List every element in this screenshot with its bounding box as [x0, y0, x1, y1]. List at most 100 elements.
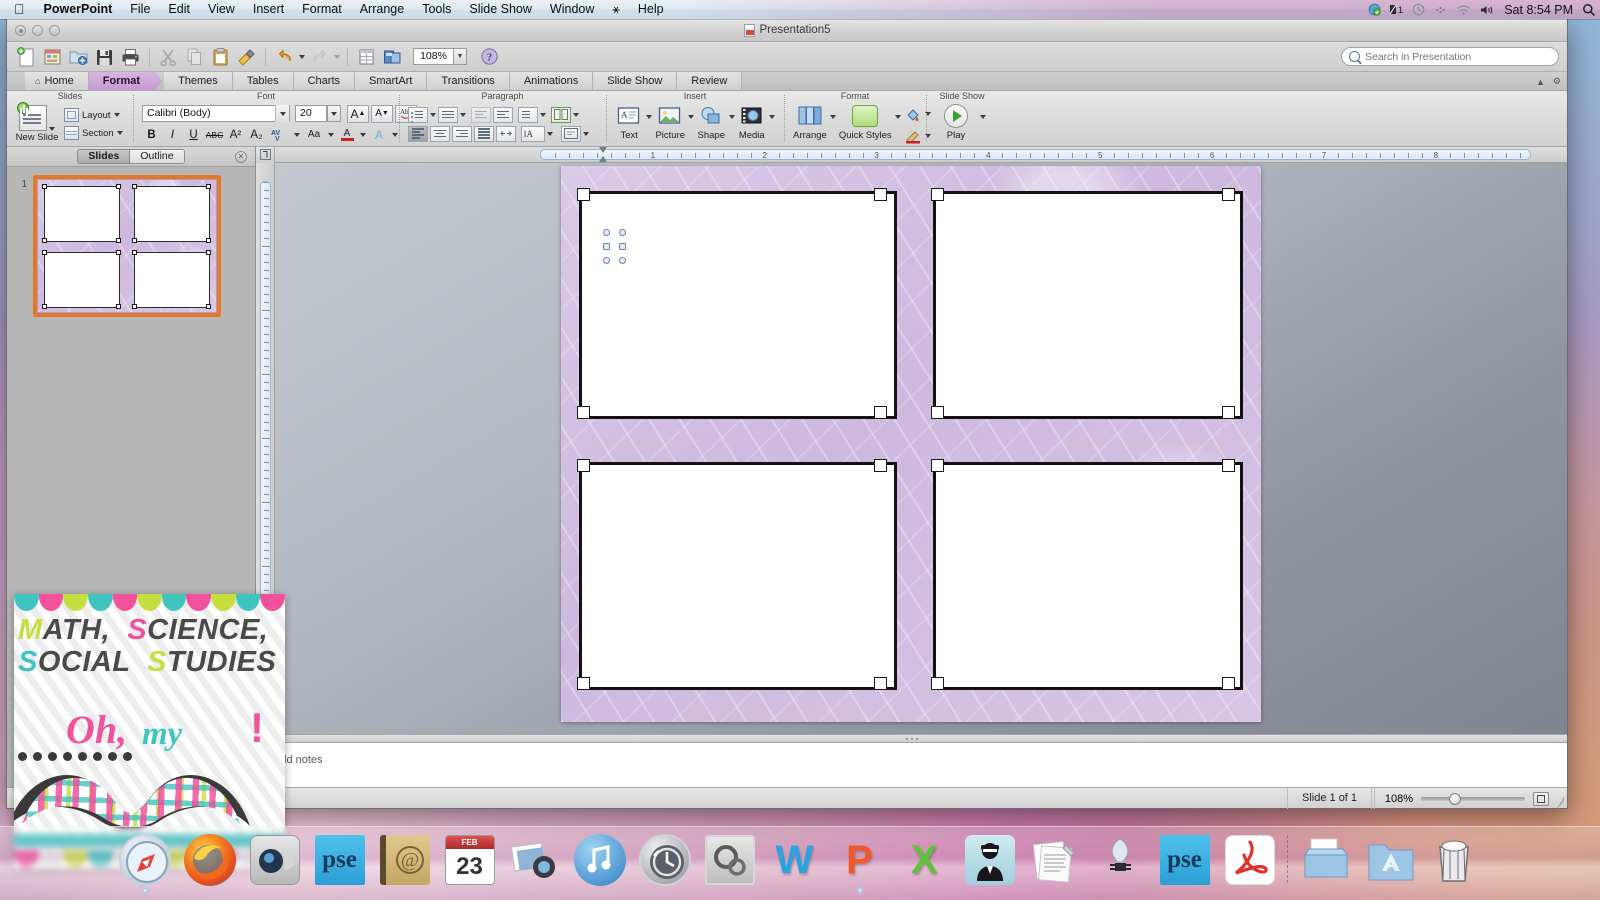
fill-color-icon[interactable] — [904, 105, 923, 123]
open-folder-icon[interactable] — [67, 45, 90, 68]
search-input[interactable] — [1365, 51, 1551, 63]
fit-to-window-icon[interactable] — [1533, 792, 1549, 806]
tab-transitions[interactable]: Transitions — [427, 72, 509, 90]
resize-grip[interactable] — [1553, 795, 1565, 807]
tab-review[interactable]: Review — [677, 72, 742, 90]
new-slide-button[interactable]: New Slide — [16, 105, 58, 143]
slide-canvas[interactable] — [275, 163, 1567, 734]
ruler-scale[interactable]: 12345678910 — [540, 149, 1531, 160]
new-document-icon[interactable] — [15, 45, 38, 68]
menu-app-name[interactable]: PowerPoint — [35, 0, 122, 19]
underline-button[interactable]: U — [184, 126, 203, 144]
dock-item-system-preferences[interactable] — [702, 832, 758, 888]
quick-styles-button[interactable]: Quick Styles — [839, 103, 892, 141]
bullets-caret[interactable] — [430, 113, 436, 117]
text-effects-button[interactable]: A — [368, 126, 390, 144]
resize-handle[interactable] — [931, 406, 944, 419]
strikethrough-button[interactable]: ABC — [205, 126, 224, 144]
resize-handle[interactable] — [577, 406, 590, 419]
vertical-ruler-scale[interactable] — [260, 181, 271, 614]
line-spacing-icon[interactable] — [518, 107, 538, 123]
wifi-icon[interactable] — [1456, 4, 1471, 16]
zoom-slider[interactable] — [1421, 797, 1525, 801]
tab-themes[interactable]: Themes — [164, 72, 233, 90]
dock-item-itunes[interactable] — [572, 832, 628, 888]
resize-handle[interactable] — [874, 459, 887, 472]
subscript-button[interactable]: A₂ — [247, 126, 266, 144]
superscript-button[interactable]: A² — [226, 126, 245, 144]
grow-font-button[interactable]: A▲ — [347, 105, 369, 123]
notes-pane-splitter[interactable] — [256, 734, 1567, 743]
insert-text-button[interactable]: A Text — [615, 103, 643, 141]
content-box-2[interactable] — [933, 191, 1243, 419]
resize-handle[interactable] — [577, 677, 590, 690]
text-direction-icon[interactable] — [496, 126, 516, 142]
character-spacing-button[interactable]: AVV — [268, 126, 292, 144]
dock-item-powerpoint[interactable]: P — [832, 832, 888, 888]
menu-view[interactable]: View — [199, 0, 244, 19]
toolbar-zoom-combo[interactable]: 108% ▼ — [413, 48, 467, 65]
font-family-input[interactable]: Calibri (Body) — [142, 105, 290, 122]
dock-item-photoshop-elements[interactable]: pse — [312, 832, 368, 888]
table-icon[interactable] — [355, 45, 378, 68]
numbered-list-icon[interactable] — [438, 107, 458, 123]
dock-item-facetime[interactable] — [247, 832, 303, 888]
dock-item-address-book[interactable]: @ — [377, 832, 433, 888]
dock-item-excel[interactable]: X — [897, 832, 953, 888]
resize-handle[interactable] — [931, 677, 944, 690]
resize-handle[interactable] — [931, 188, 944, 201]
text-effects-caret[interactable] — [392, 133, 398, 137]
insert-shape-button[interactable]: Shape — [697, 103, 725, 141]
menu-edit[interactable]: Edit — [159, 0, 199, 19]
resize-handle[interactable] — [1222, 677, 1235, 690]
search-in-presentation[interactable] — [1341, 47, 1559, 66]
layout-button[interactable]: Layout — [61, 107, 126, 123]
tab-tables[interactable]: Tables — [233, 72, 294, 90]
section-button[interactable]: Section — [61, 125, 126, 141]
dock-item-firefox[interactable] — [182, 832, 238, 888]
tab-slide-show[interactable]: Slide Show — [593, 72, 677, 90]
resize-handle[interactable] — [874, 188, 887, 201]
justify-icon[interactable] — [474, 126, 494, 142]
vertical-align-caret[interactable] — [547, 132, 553, 136]
format-painter-icon[interactable] — [235, 45, 258, 68]
dock-item-trash[interactable] — [1428, 832, 1484, 888]
toolbar-zoom-value[interactable]: 108% — [413, 48, 453, 65]
line-color-icon[interactable] — [904, 127, 923, 145]
font-color-button[interactable]: A — [336, 126, 358, 144]
dock-item-messages[interactable] — [962, 832, 1018, 888]
bold-button[interactable]: B — [142, 126, 161, 144]
resize-handle[interactable] — [931, 459, 944, 472]
play-button[interactable]: Play — [935, 103, 977, 141]
undo-arrow-icon[interactable] — [273, 45, 296, 68]
decrease-indent-icon[interactable] — [471, 107, 491, 123]
bluetooth-icon[interactable]: ⚹ — [603, 0, 629, 19]
resize-handle[interactable] — [1222, 188, 1235, 201]
menu-window[interactable]: Window — [541, 0, 603, 19]
font-family-dropdown[interactable] — [275, 105, 289, 122]
redo-arrow-icon[interactable] — [308, 45, 331, 68]
network-meter-icon[interactable]: 1 — [1390, 4, 1403, 15]
change-case-button[interactable]: Aa — [302, 126, 326, 144]
insert-media-caret[interactable] — [769, 115, 775, 119]
tab-smartart[interactable]: SmartArt — [355, 72, 427, 90]
columns-caret[interactable] — [573, 113, 579, 117]
dock-item-stickies[interactable] — [1027, 832, 1083, 888]
play-caret[interactable] — [980, 115, 986, 119]
selected-object-handles[interactable] — [603, 229, 629, 265]
columns-icon[interactable] — [551, 107, 571, 123]
menu-help[interactable]: Help — [629, 0, 673, 19]
printer-icon[interactable] — [119, 45, 142, 68]
gear-icon[interactable]: ⚙ — [1553, 76, 1561, 87]
menu-format[interactable]: Format — [293, 0, 351, 19]
dock-item-ical[interactable]: FEB 23 — [442, 832, 498, 888]
horizontal-ruler[interactable]: 12345678910 — [256, 147, 1567, 163]
menu-file[interactable]: File — [121, 0, 159, 19]
notes-pane[interactable]: to add notes — [256, 743, 1567, 787]
dock-item-photoshop-elements-editor[interactable]: pse — [1157, 832, 1213, 888]
apple-icon[interactable]:  — [8, 0, 35, 19]
font-color-caret[interactable] — [360, 133, 366, 137]
dock-item-downloads[interactable] — [1298, 832, 1354, 888]
align-left-icon[interactable] — [408, 126, 428, 142]
insert-picture-caret[interactable] — [688, 115, 694, 119]
